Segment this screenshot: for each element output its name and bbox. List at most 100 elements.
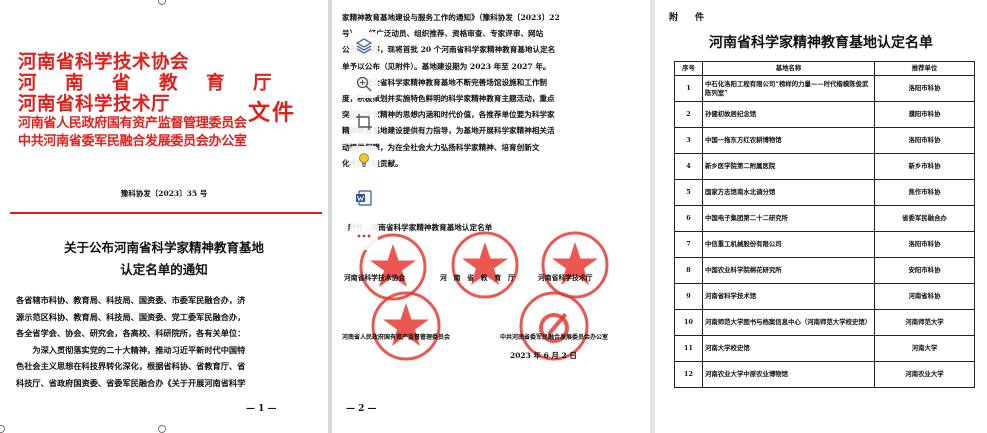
- row-number: 2: [674, 101, 703, 128]
- page1-body: 各省辖市科协、教育局、科技局、国资委、市委军民融合办，济 源示范区科协、教育局、…: [16, 292, 316, 391]
- row-number: 4: [674, 153, 703, 180]
- toolbar-layers-button[interactable]: [350, 32, 378, 60]
- column-header: 序号: [674, 61, 703, 76]
- base-name: 河南农业大学中原农业博物馆: [702, 361, 875, 388]
- table-row: 9 河南省科学技术馆 河南省科协: [674, 283, 975, 310]
- row-number: 10: [674, 309, 703, 336]
- table-header-row: 序号 基地名称 推荐单位: [674, 61, 975, 76]
- selection-handle[interactable]: [158, 0, 166, 5]
- row-number: 12: [674, 361, 703, 388]
- page2-body: 家精神教育基地建设与服务工作的通知》（豫科协发〔2023〕22 号） ，经广泛动…: [342, 10, 638, 172]
- toolbar-zoom-button[interactable]: [350, 70, 378, 98]
- row-number: 5: [674, 179, 703, 206]
- recommender: 新乡市科协: [874, 153, 975, 180]
- document-number: 豫科协发〔2023〕35 号: [120, 189, 208, 198]
- issue-date: 2023 年 6 月 2 日: [510, 351, 577, 360]
- document-page-1[interactable]: 河南省科学技术协会 河 南 省 教 育 厅 河南省科学技术厅 河南省人民政府国有…: [0, 0, 328, 433]
- recommender: 焦作市科协: [874, 179, 975, 206]
- selection-handle[interactable]: [0, 425, 5, 433]
- row-number: 3: [674, 127, 703, 154]
- toolbar-more-button[interactable]: [350, 222, 378, 250]
- table-row: 11 河南大学校史馆 河南大学: [674, 335, 975, 362]
- issuer-name: 河南省人民政府国有资产监督管理委员会: [342, 334, 451, 341]
- recommender: 洛阳市科协: [874, 127, 975, 154]
- table-row: 5 国家方志馆南水北调分馆 焦作市科协: [674, 179, 975, 206]
- recommender: 河南省科协: [874, 283, 975, 310]
- issuer-name: 河南省科学技术协会: [344, 274, 406, 282]
- body-line: 家精神教育基地建设与服务工作的通知》（豫科协发〔2023〕22: [342, 13, 560, 22]
- base-name: 中国农业科学院棉花研究所: [702, 257, 875, 284]
- body-line: 动提供保障，为在全社会大力弘扬科学家精神、培育创新文: [342, 142, 540, 152]
- document-page-2[interactable]: 家精神教育基地建设与服务工作的通知》（豫科协发〔2023〕22 号） ，经广泛动…: [332, 0, 650, 433]
- table-row: 3 中国一拖东方红农耕博物馆 洛阳市科协: [674, 127, 975, 154]
- document-page-3[interactable]: 附 件 河南省科学家精神教育基地认定名单 序号 基地名称 推荐单位 1 中石化洛…: [655, 0, 987, 433]
- body-line: 科技厅、省政府国资委、省委军民融合办《关于开展河南省科学: [16, 377, 246, 388]
- toolbar-crop-button[interactable]: [350, 108, 378, 136]
- recommender: 洛阳市科协: [874, 75, 975, 102]
- notice-title-line: 关于公布河南省科学家精神教育基地: [63, 240, 264, 255]
- base-name: 新乡医学院第二附属医院: [702, 153, 875, 180]
- body-line: 单予以公布（见附件）。基地建设期为 2023 年至 2027 年。: [342, 61, 551, 71]
- base-name: 中石化洛阳工程有限公司“榜样的力量——时代楷模陈俊武陈列室”: [702, 75, 875, 102]
- notice-title-line: 认定名单的通知: [120, 262, 208, 277]
- base-name: 国家方志馆南水北调分馆: [702, 179, 875, 206]
- body-line: 希望全省科学家精神教育基地不断完善场馆设施和工作制: [342, 77, 548, 87]
- crop-icon: [356, 114, 372, 130]
- recommender: 河南农业大学: [874, 361, 975, 388]
- table-row: 1 中石化洛阳工程有限公司“榜样的力量——时代楷模陈俊武陈列室” 洛阳市科协: [674, 75, 975, 102]
- base-name: 中信重工机械股份有限公司: [702, 231, 875, 258]
- issuer-name: 河南省科学技术厅: [538, 274, 593, 282]
- body-line: 化发挥积极贡献。: [342, 156, 638, 172]
- row-number: 8: [674, 257, 703, 284]
- body-line: 公示等程序，现将首批 20 个河南省科学家精神教育基地认定名: [342, 45, 556, 55]
- base-name: 河南师范大学图书与档案信息中心（河南师范大学校史馆）: [702, 309, 875, 336]
- recommender: 省委军民融合办: [874, 205, 975, 232]
- base-list-table: 序号 基地名称 推荐单位 1 中石化洛阳工程有限公司“榜样的力量——时代楷模陈俊…: [674, 61, 975, 388]
- body-line: 各全省学会、协会、研究会，各高校、科研院所，各有关单位：: [16, 328, 246, 338]
- toolbar-word-button[interactable]: [350, 184, 378, 212]
- list-title: 河南省科学家精神教育基地认定名单: [709, 35, 933, 51]
- zoom-icon: [356, 76, 372, 92]
- row-number: 1: [674, 75, 703, 102]
- body-line: 突出科学家精神的思想内涵和时代价值，各推荐单位要为科学家: [342, 110, 555, 120]
- letterhead-line: 河 南 省 教 育 厅: [18, 73, 277, 94]
- letterhead-wenjian: 文件: [248, 100, 297, 126]
- body-line: 色社会主义思想在科技界转化深化，根据省科协、省教育厅、省: [16, 361, 246, 371]
- more-icon: [357, 234, 371, 238]
- toolbar-ideas-button[interactable]: [350, 146, 378, 174]
- attachment-label: 附 件: [669, 13, 709, 23]
- table-row: 12 河南农业大学中原农业博物馆 河南农业大学: [674, 361, 975, 388]
- body-line: 源示范区科协、教育局、科技局、国资委、党工委军民融合办，: [16, 311, 246, 322]
- red-divider: [10, 212, 322, 214]
- lightbulb-icon: [359, 153, 369, 167]
- table-row: 10 河南师范大学图书与档案信息中心（河南师范大学校史馆） 河南师范大学: [674, 309, 975, 336]
- seal-stamp-icon: [451, 231, 519, 299]
- official-seal-2: [450, 230, 520, 300]
- table-row: 6 中国电子集团第二十二研究所 省委军民融合办: [674, 205, 975, 232]
- seal-stamp-icon: [371, 291, 441, 361]
- body-line: 为深入贯彻落实党的二十大精神，推动习近平新时代中国特: [16, 344, 246, 355]
- body-line: 各省辖市科协、教育局、科技局、国资委、市委军民融合办，济: [16, 295, 246, 305]
- recommender: 河南大学: [874, 335, 975, 362]
- letterhead-line: 河南省科学技术协会: [18, 52, 190, 73]
- issuer-name: 河 南 省 教 育 厅: [440, 274, 515, 282]
- row-number: 7: [674, 231, 703, 258]
- official-seal-4: [370, 290, 442, 362]
- table-row: 7 中信重工机械股份有限公司 洛阳市科协: [674, 231, 975, 258]
- column-header: 推荐单位: [874, 61, 975, 76]
- body-line: 度，积极策划并实施特色鲜明的科学家精神教育主题活动，重点: [342, 94, 555, 104]
- column-header: 基地名称: [702, 61, 875, 76]
- row-number: 11: [674, 335, 703, 362]
- table-row: 8 中国农业科学院棉花研究所 安阳市科协: [674, 257, 975, 284]
- body-line: 精神教育基地建设提供有力指导，为基地开展科学家精神相关活: [342, 126, 555, 136]
- recommender: 河南师范大学: [874, 309, 975, 336]
- layers-icon: [355, 38, 373, 54]
- base-name: 孙健初故居纪念馆: [702, 101, 875, 128]
- selection-handle[interactable]: [158, 425, 166, 433]
- base-name: 河南大学校史馆: [702, 335, 875, 362]
- word-icon: [356, 190, 372, 206]
- notice-title: 关于公布河南省科学家精神教育基地 认定名单的通知: [0, 237, 328, 281]
- row-number: 6: [674, 205, 703, 232]
- letterhead-line: 中共河南省委军民融合发展委员会办公室: [18, 134, 247, 149]
- page-number: — 2 —: [346, 404, 377, 414]
